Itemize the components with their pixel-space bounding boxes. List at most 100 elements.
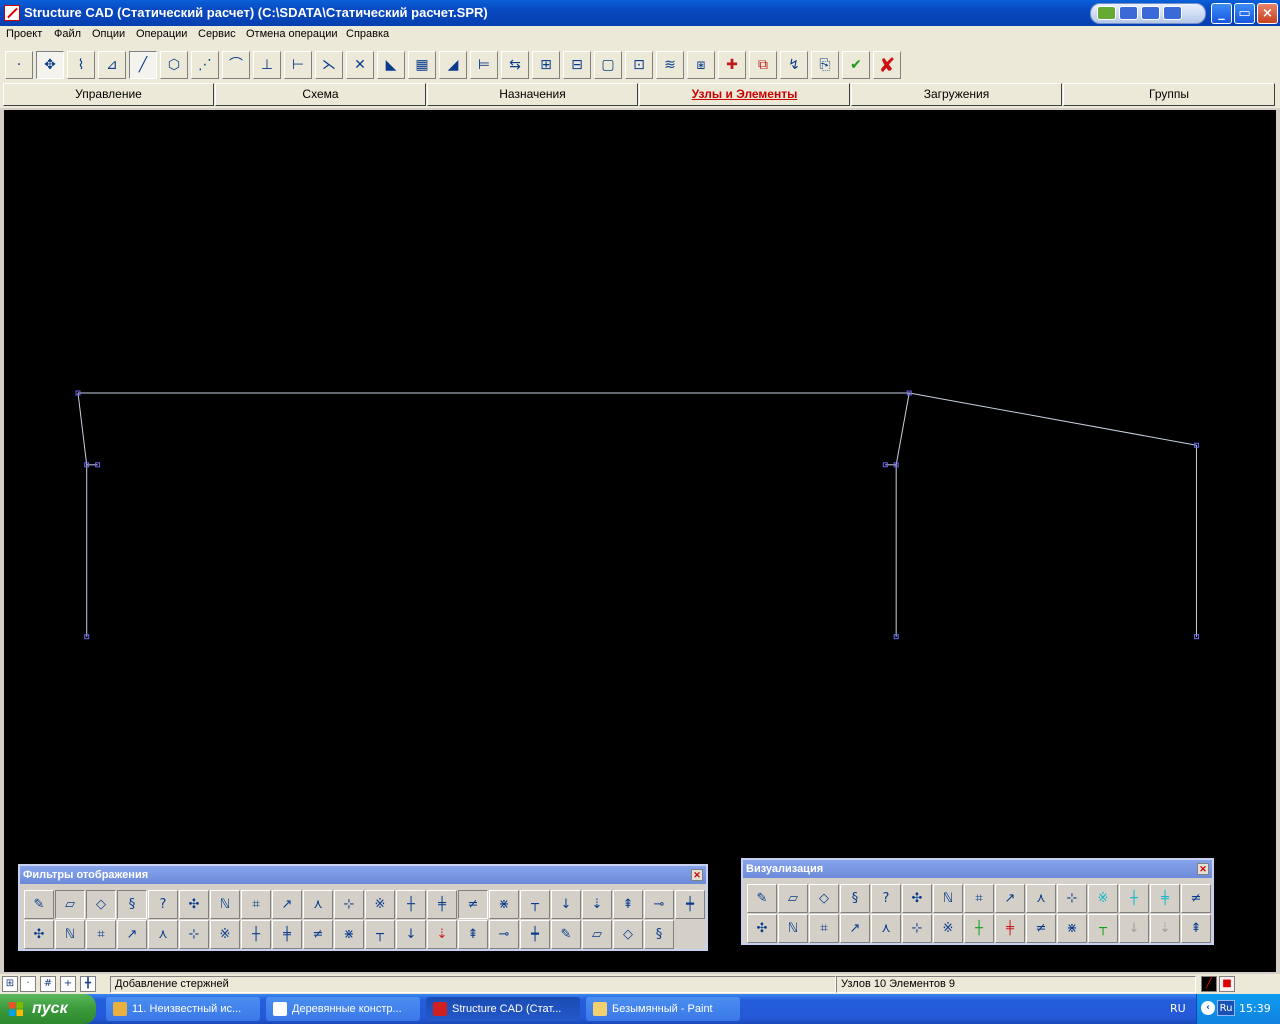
grid-red-icon[interactable]: ⇣	[427, 920, 457, 949]
tray-window-icon[interactable]	[1141, 6, 1160, 20]
load-icon[interactable]: ↓	[551, 890, 581, 919]
cube-cyan2-icon[interactable]: ┼	[1119, 884, 1149, 913]
maximize-button[interactable]: ▭	[1234, 3, 1255, 24]
bar-chain-icon[interactable]: ⌒	[222, 51, 250, 79]
scissors-icon[interactable]: ✣	[747, 914, 777, 943]
taskbar-item[interactable]: 11. Неизвестный ис...	[106, 997, 260, 1021]
layer-icon[interactable]: ≋	[656, 51, 684, 79]
snap-mode-icon[interactable]: +	[60, 976, 76, 992]
menu-icon[interactable]: ↗	[840, 914, 870, 943]
numbering-icon[interactable]: ⇞	[1181, 914, 1211, 943]
drawing-canvas[interactable]	[4, 110, 1276, 972]
mass-icon[interactable]: ⊸	[644, 890, 674, 919]
brush-icon[interactable]: ⋏	[148, 920, 178, 949]
material-icon[interactable]: ⇞	[458, 920, 488, 949]
hinge-icon[interactable]: ≠	[458, 890, 488, 919]
bar-align-icon[interactable]: ⋋	[315, 51, 343, 79]
divide-bar-icon[interactable]: ⊢	[284, 51, 312, 79]
pencil-icon[interactable]: ✎	[24, 890, 54, 919]
scheme-drawing[interactable]	[4, 110, 1276, 972]
zoom-icon[interactable]: ⋏	[871, 914, 901, 943]
paint-icon[interactable]: ⊹	[179, 920, 209, 949]
table-sum-icon[interactable]: ◇	[613, 920, 643, 949]
beam-icon[interactable]: ┬	[520, 890, 550, 919]
cross-bars-icon[interactable]: ✕	[346, 51, 374, 79]
fragment-icon[interactable]: ℕ	[778, 914, 808, 943]
copy-array-icon[interactable]: ⊟	[563, 51, 591, 79]
show-hidden-icons-icon[interactable]: ‹	[1201, 1001, 1215, 1015]
delete-node-icon[interactable]: ✚	[718, 51, 746, 79]
packing-icon[interactable]: ⧆	[687, 51, 715, 79]
node-grid-icon[interactable]: ✥	[36, 51, 64, 79]
pointer-icon[interactable]: ✣	[24, 920, 54, 949]
node-ne-icon[interactable]: ℕ	[210, 890, 240, 919]
projection-yz-icon[interactable]: ⋏	[1026, 884, 1056, 913]
tab-assignments[interactable]: Назначения	[427, 83, 638, 106]
start-button[interactable]: пуск	[0, 994, 96, 1024]
menu-project[interactable]: Проект	[6, 28, 42, 40]
triangle-plate-icon[interactable]: ◢	[439, 51, 467, 79]
zoom-reset-icon[interactable]: ⊹	[902, 914, 932, 943]
rotate-z-icon[interactable]: §	[840, 884, 870, 913]
print-icon[interactable]: ※	[933, 914, 963, 943]
app-icon[interactable]	[4, 5, 20, 21]
bar-element[interactable]	[77, 392, 88, 465]
language-indicator[interactable]: Ru	[1217, 1000, 1235, 1016]
element-g-icon[interactable]: ≠	[303, 920, 333, 949]
dimension-icon[interactable]: ┿	[675, 890, 705, 919]
rotate-y-icon[interactable]: ✣	[902, 884, 932, 913]
frame-icon[interactable]: ↓	[396, 920, 426, 949]
nvidia-icon[interactable]	[1097, 6, 1116, 20]
stack-icon[interactable]: ✎	[551, 920, 581, 949]
axis-icon[interactable]: ┼	[396, 890, 426, 919]
taskbar-item[interactable]: Structure CAD (Стат...	[426, 997, 580, 1021]
grid-dots-icon[interactable]: ⋇	[1057, 914, 1087, 943]
node-dots-icon[interactable]: ┼	[241, 920, 271, 949]
add-bar-icon[interactable]: ╱	[129, 51, 157, 79]
nvidia-tray-buttons[interactable]	[1090, 3, 1206, 24]
copy-group-icon[interactable]: ⊞	[532, 51, 560, 79]
bar-3d-icon[interactable]: ⬡	[160, 51, 188, 79]
node-nj-icon[interactable]: ⌗	[241, 890, 271, 919]
visualization-palette-close-button[interactable]: ✕	[1197, 863, 1209, 875]
node-te-icon[interactable]: ↗	[272, 890, 302, 919]
plate-icon[interactable]: ◣	[377, 51, 405, 79]
rotate-x-icon[interactable]: ▱	[778, 884, 808, 913]
tab-groups[interactable]: Группы	[1063, 83, 1275, 106]
bar-points-icon[interactable]: ⋰	[191, 51, 219, 79]
menu-service[interactable]: Сервис	[198, 28, 236, 40]
iso-icon[interactable]: ⊹	[1057, 884, 1087, 913]
section-icon[interactable]: ┿	[520, 920, 550, 949]
rotate-icon[interactable]: ↯	[780, 51, 808, 79]
picture-icon[interactable]: ≠	[1026, 914, 1056, 943]
node-r-icon[interactable]: ⋏	[303, 890, 333, 919]
grid-mode-icon[interactable]: #	[40, 976, 56, 992]
filters-palette-close-button[interactable]: ✕	[691, 869, 703, 881]
chart-icon[interactable]: ⊸	[489, 920, 519, 949]
cube-cyan3-icon[interactable]: ╪	[1150, 884, 1180, 913]
rotate-y2-icon[interactable]: ℕ	[933, 884, 963, 913]
delete-element-icon[interactable]: ⧉	[749, 51, 777, 79]
cross-mode-icon[interactable]: ╋	[80, 976, 96, 992]
plate-mesh-icon[interactable]: ▦	[408, 51, 436, 79]
bar-element[interactable]	[895, 392, 910, 465]
frame-select-icon[interactable]: ▢	[594, 51, 622, 79]
rigid-icon[interactable]: ⋇	[489, 890, 519, 919]
split-bar-icon[interactable]: ⊥	[253, 51, 281, 79]
tab-nodes-elements[interactable]: Узлы и Элементы	[639, 83, 850, 106]
add-node-icon[interactable]: ·	[5, 51, 33, 79]
measure-icon[interactable]: ⊨	[470, 51, 498, 79]
supports-icon[interactable]: ⊹	[334, 890, 364, 919]
disabled-icon[interactable]: ↓	[1119, 914, 1149, 943]
moment-icon[interactable]: ⇞	[613, 890, 643, 919]
eraser-icon[interactable]: ▱	[55, 890, 85, 919]
coords-icon[interactable]: ※	[365, 890, 395, 919]
minimize-button[interactable]: _	[1211, 3, 1232, 24]
list-sum-icon[interactable]: §	[644, 920, 674, 949]
projection-xy-icon[interactable]: ⌗	[964, 884, 994, 913]
node-plane-icon[interactable]: ⊿	[98, 51, 126, 79]
menu-options[interactable]: Опции	[92, 28, 125, 40]
projection-xz-icon[interactable]: ↗	[995, 884, 1025, 913]
tray-restore-icon[interactable]	[1163, 6, 1182, 20]
red-ball-icon[interactable]: ╪	[995, 914, 1025, 943]
